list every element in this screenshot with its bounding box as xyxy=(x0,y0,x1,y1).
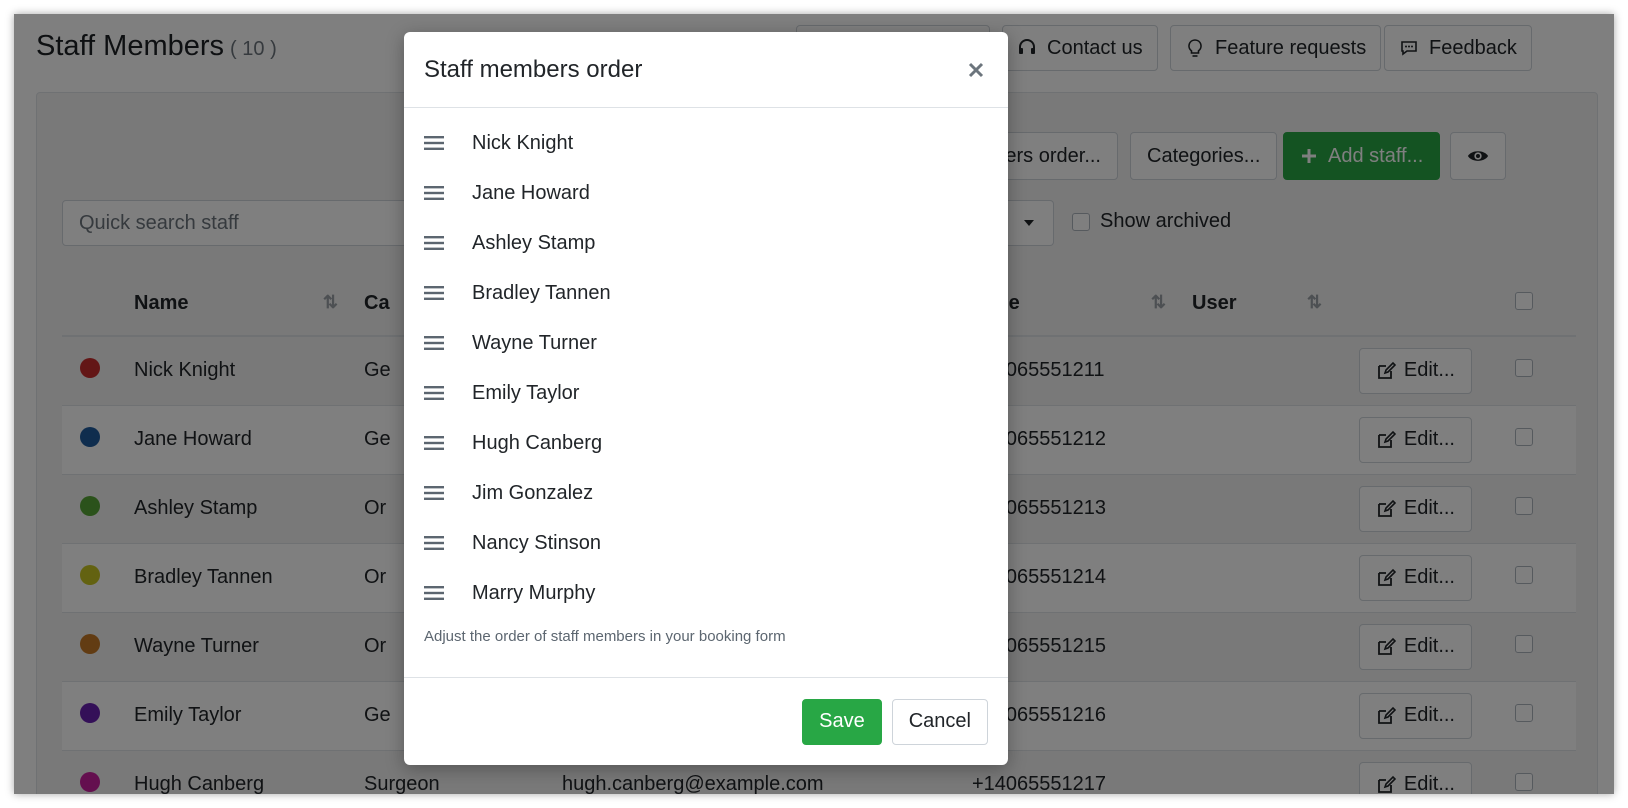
drag-handle-icon[interactable] xyxy=(424,335,472,351)
order-item-name: Marry Murphy xyxy=(472,581,596,604)
drag-handle-icon[interactable] xyxy=(424,485,472,501)
save-button[interactable]: Save xyxy=(802,698,882,745)
order-item-name: Jim Gonzalez xyxy=(472,481,594,504)
order-item-name: Nancy Stinson xyxy=(472,531,601,554)
order-list-item[interactable]: Nancy Stinson xyxy=(424,518,988,568)
order-item-name: Jane Howard xyxy=(472,181,590,204)
drag-handle-icon[interactable] xyxy=(424,285,472,301)
drag-handle-icon[interactable] xyxy=(424,135,472,151)
order-list-item[interactable]: Jim Gonzalez xyxy=(424,468,988,518)
order-list-item[interactable]: Ashley Stamp xyxy=(424,218,988,268)
order-item-name: Emily Taylor xyxy=(472,381,580,404)
modal-body: Nick Knight Jane Howard Ashley Stamp Bradle… xyxy=(404,108,1008,660)
close-icon[interactable] xyxy=(964,58,988,82)
drag-handle-icon[interactable] xyxy=(424,235,472,251)
order-list-item[interactable]: Bradley Tannen xyxy=(424,268,988,318)
order-item-name: Wayne Turner xyxy=(472,331,597,354)
order-hint: Adjust the order of staff members in you… xyxy=(424,628,786,645)
drag-handle-icon[interactable] xyxy=(424,385,472,401)
order-item-name: Hugh Canberg xyxy=(472,431,603,454)
cancel-button[interactable]: Cancel xyxy=(891,698,988,745)
order-list-item[interactable]: Emily Taylor xyxy=(424,368,988,418)
modal-title: Staff members order xyxy=(424,55,643,83)
app-window: Staff Members( 10 ) Contact us Feature r… xyxy=(14,14,1614,794)
order-list-item[interactable]: Nick Knight xyxy=(424,118,988,168)
order-item-name: Bradley Tannen xyxy=(472,281,611,304)
order-item-name: Ashley Stamp xyxy=(472,231,596,254)
modal-footer: Save Cancel xyxy=(404,677,1008,765)
order-list-item[interactable]: Wayne Turner xyxy=(424,318,988,368)
drag-handle-icon[interactable] xyxy=(424,585,472,601)
drag-handle-icon[interactable] xyxy=(424,535,472,551)
drag-handle-icon[interactable] xyxy=(424,435,472,451)
modal-header: Staff members order xyxy=(404,32,1008,108)
order-item-name: Nick Knight xyxy=(472,131,574,154)
order-list-item[interactable]: Jane Howard xyxy=(424,168,988,218)
order-list-item[interactable]: Hugh Canberg xyxy=(424,418,988,468)
drag-handle-icon[interactable] xyxy=(424,185,472,201)
staff-members-order-modal: Staff members order Nick Knight Jane Howa… xyxy=(404,32,1008,765)
order-list-item[interactable]: Marry Murphy xyxy=(424,568,988,618)
order-list: Nick Knight Jane Howard Ashley Stamp Bradle… xyxy=(424,118,988,618)
